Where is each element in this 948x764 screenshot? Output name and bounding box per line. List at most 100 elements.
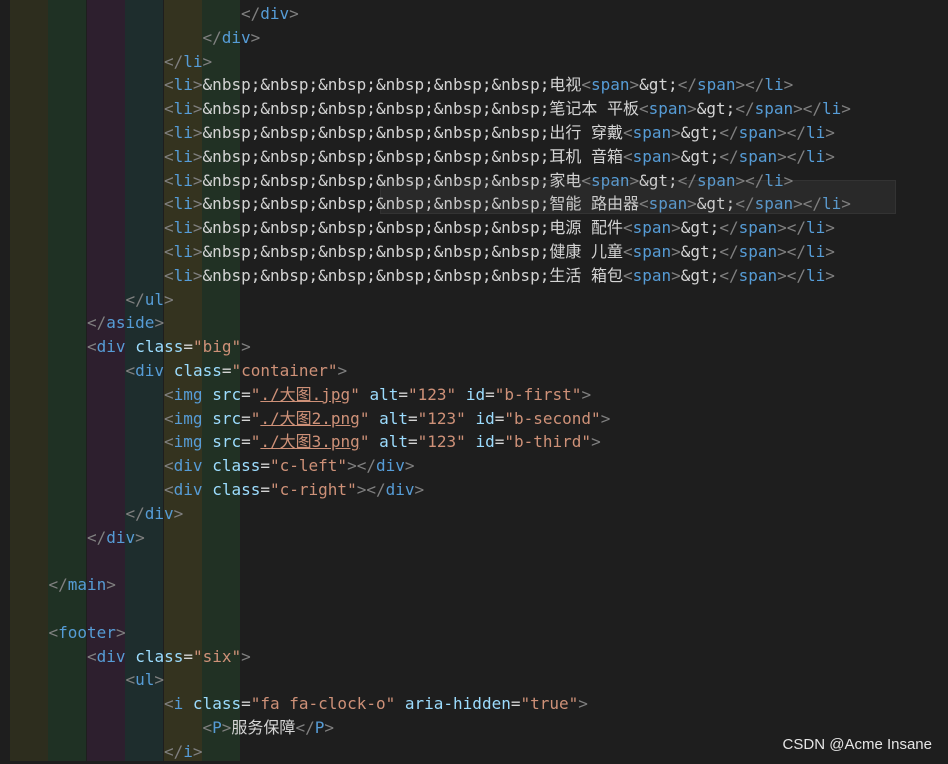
code-line: < li> &nbsp;&nbsp;&nbsp;&nbsp;&nbsp;&nbsp;… [164, 97, 851, 121]
token-tag: i [173, 694, 184, 714]
token-tag: span [590, 75, 630, 95]
token-punct: > [404, 456, 415, 476]
token-tag: aside [106, 313, 155, 333]
token-punct: ></ [777, 265, 807, 285]
token-punct: </ [719, 146, 739, 166]
token-punct: < [164, 194, 174, 214]
token-text: = [408, 432, 418, 452]
token-punct: </ [295, 718, 315, 737]
token-punct: > [289, 4, 299, 23]
token-punct: > [825, 218, 835, 238]
token-punct: </ [719, 265, 739, 285]
token-text: &gt; [680, 123, 720, 142]
token-punct: > [841, 99, 851, 119]
token-attr: class [212, 456, 261, 476]
token-punct: > [825, 123, 835, 142]
token-tag: span [632, 123, 672, 142]
token-tag: div [385, 480, 415, 499]
token-punct: </ [735, 99, 755, 119]
token-punct: > [154, 670, 165, 690]
token-text: = [241, 694, 251, 714]
token-tag: li [806, 218, 826, 238]
token-punct: > [629, 75, 640, 95]
token-tag: span [738, 242, 778, 261]
token-str: "b-second" [504, 408, 601, 428]
token-tag: span [632, 265, 672, 285]
token-punct: > [173, 503, 184, 523]
token-attr: class [173, 361, 222, 380]
token-tag: span [754, 99, 794, 119]
token-tag: li [173, 218, 193, 238]
token-punct: > [241, 337, 251, 357]
token-str: "b-third" [504, 432, 592, 452]
token-text: = [183, 646, 193, 666]
code-line: <div class="six"> [87, 645, 251, 669]
token-punct: > [221, 718, 232, 737]
token-tag: img [173, 432, 203, 452]
token-tag: li [173, 123, 193, 142]
token-tag: ul [144, 289, 165, 309]
token-punct: > [671, 242, 681, 261]
token-tag: li [822, 99, 842, 119]
code-line: </li> [164, 50, 212, 74]
token-punct: > [825, 265, 835, 285]
token-tag: P [314, 718, 325, 737]
token-attr: class [192, 694, 242, 714]
token-tag: div [96, 646, 126, 666]
token-tag: li [764, 75, 784, 95]
token-punct: </ [719, 218, 739, 238]
code-editor[interactable]: </div> </div> </li> <li>&nbsp;&nbsp;&nbsp;&… [0, 0, 948, 761]
code-line: </div> [87, 526, 145, 550]
token-str: "b-first" [494, 384, 582, 404]
token-tag: img [173, 384, 203, 404]
token-punct: > [825, 146, 835, 166]
token-tag: span [738, 218, 778, 238]
code-line: <li>&nbsp;&nbsp;&nbsp;&nbsp;&nbsp;&nbsp;… [164, 216, 835, 240]
token-attr: id [475, 408, 495, 428]
token-punct: ></ [777, 242, 807, 261]
token-tag: li [173, 75, 193, 95]
token-punct: > [783, 75, 794, 95]
token-text: = [398, 384, 409, 404]
token-punct: < [622, 265, 633, 285]
token-text: &gt; [680, 242, 720, 261]
token-tag: li [806, 265, 826, 285]
code-line: <li>&nbsp;&nbsp;&nbsp;&nbsp;&nbsp;&nbsp;… [164, 73, 793, 97]
token-str: " [250, 432, 261, 452]
code-line: </aside> [87, 311, 164, 335]
token-tag: div [173, 480, 203, 499]
token-punct: > [192, 170, 203, 190]
token-text: = [260, 480, 270, 499]
code-line: </div> [126, 502, 184, 526]
token-punct: </ [87, 527, 107, 547]
token-punct: > [192, 123, 203, 142]
token-tag: li [806, 123, 826, 142]
token-tag: span [632, 146, 672, 166]
token-punct: > [192, 75, 203, 95]
token-str: " [359, 432, 370, 452]
token-attr: id [465, 384, 486, 404]
token-tag: li [806, 146, 826, 166]
token-punct: < [125, 670, 136, 690]
token-tag: div [144, 503, 174, 523]
token-punct: < [638, 99, 649, 119]
token-punct: > [115, 622, 126, 642]
token-text: &nbsp;&nbsp;&nbsp;&nbsp;&nbsp;&nbsp;笔记本 … [202, 99, 639, 119]
token-text: = [241, 384, 251, 404]
code-line: <i class="fa fa-clock-o" aria-hidden="tr… [164, 692, 588, 716]
token-punct: </ [241, 4, 261, 23]
token-tag: span [738, 146, 778, 166]
token-punct: < [164, 170, 174, 190]
token-punct: < [87, 646, 97, 666]
token-tag: i [183, 741, 193, 761]
token-text: &gt; [639, 75, 678, 95]
token-text: &nbsp;&nbsp;&nbsp;&nbsp;&nbsp;&nbsp;电视 [202, 75, 582, 95]
token-str: " [250, 408, 261, 428]
